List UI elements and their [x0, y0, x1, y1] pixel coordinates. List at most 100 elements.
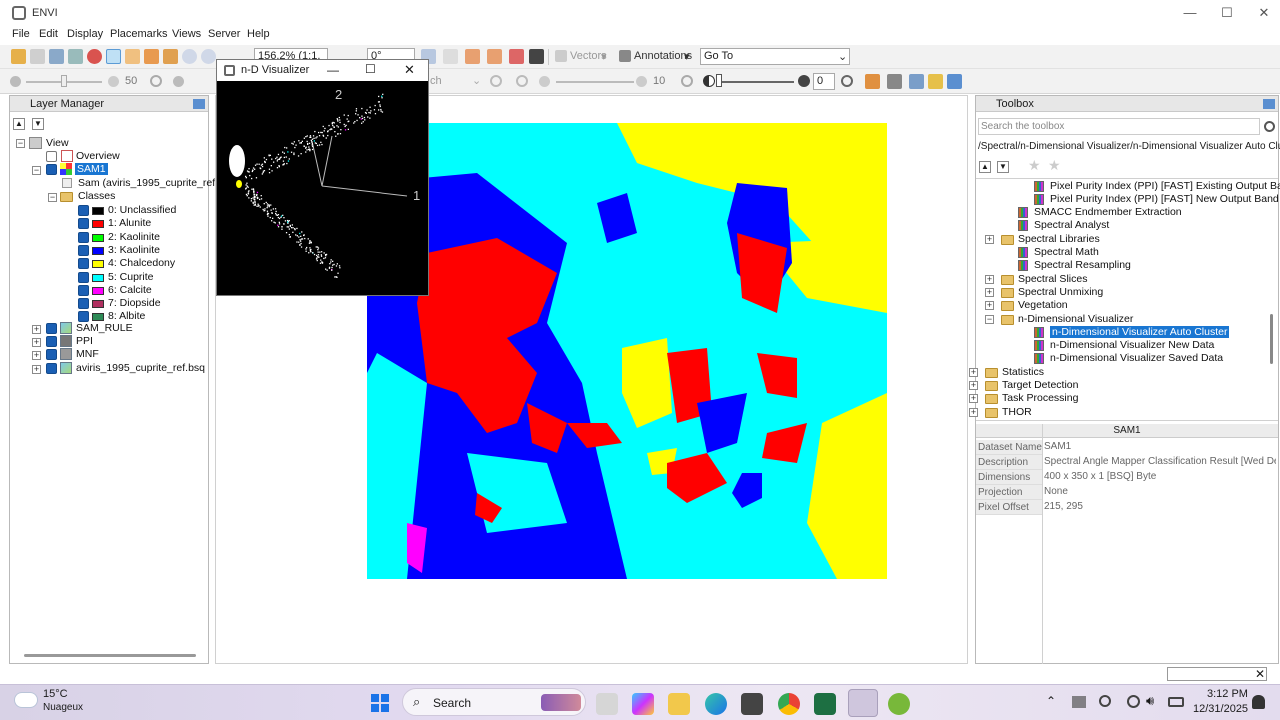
class-label[interactable]: 8: Albite [108, 310, 145, 322]
info-icon[interactable] [529, 49, 544, 64]
data-manager-icon[interactable] [30, 49, 45, 64]
notification-icon[interactable] [1252, 695, 1265, 709]
menu-help[interactable]: Help [247, 28, 270, 40]
transparency-slider[interactable] [718, 81, 794, 83]
class-label[interactable]: 4: Chalcedony [108, 257, 175, 269]
toolbox-item[interactable]: Spectral Slices [1018, 273, 1087, 285]
network-tray-icon[interactable] [1072, 696, 1086, 708]
toolbox-pin-icon[interactable] [1263, 99, 1275, 109]
sharpen-slider[interactable] [556, 81, 634, 83]
clock-date[interactable]: 12/31/2025 [1193, 703, 1248, 715]
move-down-icon[interactable]: ▼ [32, 118, 44, 130]
toolbox-item[interactable]: n-Dimensional Visualizer New Data [1050, 339, 1214, 351]
transparency-value[interactable]: 0 [813, 73, 835, 90]
class-color-swatch[interactable] [92, 300, 104, 309]
expand-mnf-icon[interactable]: + [32, 351, 41, 360]
class-label[interactable]: 6: Calcite [108, 284, 152, 296]
toolbox-item[interactable]: SMACC Endmember Extraction [1034, 206, 1182, 218]
utorrent-icon[interactable] [888, 693, 910, 715]
battery-icon[interactable] [1168, 697, 1184, 707]
toolbox-search-input[interactable]: Search the toolbox [978, 118, 1260, 135]
network-icon[interactable] [68, 49, 83, 64]
clock-time[interactable]: 3:12 PM [1207, 688, 1248, 700]
annotations-dropdown-icon[interactable]: ▾ [684, 50, 690, 63]
sam-source-label[interactable]: Sam (aviris_1995_cuprite_ref.bsq [78, 177, 235, 189]
class-color-swatch[interactable] [92, 246, 104, 255]
class-color-swatch[interactable] [92, 286, 104, 295]
zoom-in-icon[interactable] [201, 49, 216, 64]
expand-sam1-icon[interactable]: − [32, 166, 41, 175]
excel-icon[interactable] [814, 693, 836, 715]
monitor-icon[interactable] [49, 49, 64, 64]
class-label[interactable]: 1: Alunite [108, 217, 151, 229]
view-label[interactable]: View [46, 137, 69, 149]
favorite-star-icon[interactable]: ★ [1028, 157, 1041, 174]
rotate-icon[interactable] [163, 49, 178, 64]
mnf-checkbox[interactable] [46, 349, 57, 360]
expand-toggle-icon[interactable]: + [969, 408, 978, 417]
menu-display[interactable]: Display [67, 28, 103, 40]
toolbox-item[interactable]: Spectral Analyst [1034, 219, 1109, 231]
placemark-icon[interactable] [87, 49, 102, 64]
class-checkbox[interactable] [78, 258, 89, 270]
stretch-dropdown-icon[interactable]: ⌄ [472, 74, 481, 87]
classes-label[interactable]: Classes [78, 190, 115, 202]
sam-rule-checkbox[interactable] [46, 323, 57, 334]
vectors-dropdown-icon[interactable]: ▾ [601, 50, 607, 63]
brightness-value[interactable]: 50 [125, 75, 137, 87]
toolbox-down-icon[interactable]: ▼ [997, 161, 1009, 173]
toolbox-item[interactable]: n-Dimensional Visualizer Saved Data [1050, 352, 1223, 364]
refresh-icon[interactable] [490, 75, 502, 87]
toolbox-up-icon[interactable]: ▲ [979, 161, 991, 173]
layer-aviris[interactable]: aviris_1995_cuprite_ref.bsq [76, 362, 205, 374]
menu-placemarks[interactable]: Placemarks [110, 28, 167, 40]
nd-visualizer-titlebar[interactable]: n-D Visualizer — ☐ ✕ [217, 60, 428, 81]
layer-sam-rule[interactable]: SAM_RULE [76, 322, 133, 334]
ruler-icon[interactable] [443, 49, 458, 64]
transparency-thumb[interactable] [716, 74, 722, 87]
overview-label[interactable]: Overview [76, 150, 120, 162]
sam1-label[interactable]: SAM1 [75, 163, 108, 175]
aviris-checkbox[interactable] [46, 363, 57, 374]
goto-combo[interactable]: Go To [700, 48, 850, 65]
expand-classes-icon[interactable]: − [48, 193, 57, 202]
class-label[interactable]: 5: Cuprite [108, 271, 154, 283]
toolbox-item[interactable]: THOR [1002, 406, 1032, 418]
reset-transparency-icon[interactable] [841, 75, 853, 87]
close-icon[interactable]: ✕ [1241, 0, 1280, 26]
windows-start-icon[interactable] [371, 694, 389, 712]
ppi-checkbox[interactable] [46, 336, 57, 347]
refresh-all-icon[interactable] [516, 75, 528, 87]
expand-toggle-icon[interactable]: + [969, 394, 978, 403]
nd-maximize-icon[interactable]: ☐ [365, 62, 376, 76]
class-checkbox[interactable] [78, 311, 89, 323]
reset-brightness-icon[interactable] [150, 75, 162, 87]
edge-icon[interactable] [705, 693, 727, 715]
class-checkbox[interactable] [78, 205, 89, 216]
horizontal-scrollbar[interactable] [24, 654, 196, 657]
toolbox-item[interactable]: n-Dimensional Visualizer Auto Cluster [1050, 326, 1230, 338]
toolbox-item[interactable]: Spectral Resampling [1034, 259, 1131, 271]
toolbox-item[interactable]: Spectral Unmixing [1018, 286, 1103, 298]
class-label[interactable]: 2: Kaolinite [108, 231, 160, 243]
measure-icon[interactable] [487, 49, 502, 64]
toolbox-item[interactable]: Pixel Purity Index (PPI) [FAST] New Outp… [1050, 193, 1279, 205]
class-color-swatch[interactable] [92, 313, 104, 322]
class-checkbox[interactable] [78, 271, 89, 283]
nd-minimize-icon[interactable]: — [327, 63, 339, 77]
task-view-icon[interactable] [596, 693, 618, 715]
copilot-icon[interactable] [632, 693, 654, 715]
expand-toggle-icon[interactable]: − [985, 315, 994, 324]
class-label[interactable]: 0: Unclassified [108, 204, 176, 216]
toolbox-vertical-scrollbar[interactable] [1270, 314, 1273, 364]
class-label[interactable]: 7: Diopside [108, 297, 161, 309]
menu-server[interactable]: Server [208, 28, 240, 40]
weather-cloud-icon[interactable] [15, 693, 37, 707]
reset-sharpen-icon[interactable] [681, 75, 693, 87]
weather-desc[interactable]: Nuageux [43, 702, 83, 713]
layer-mnf[interactable]: MNF [76, 348, 99, 360]
panel-pin-icon[interactable] [193, 99, 205, 109]
pencil-icon[interactable] [465, 49, 480, 64]
expand-toggle-icon[interactable]: + [969, 368, 978, 377]
nd-scatter-plot[interactable] [217, 81, 428, 295]
